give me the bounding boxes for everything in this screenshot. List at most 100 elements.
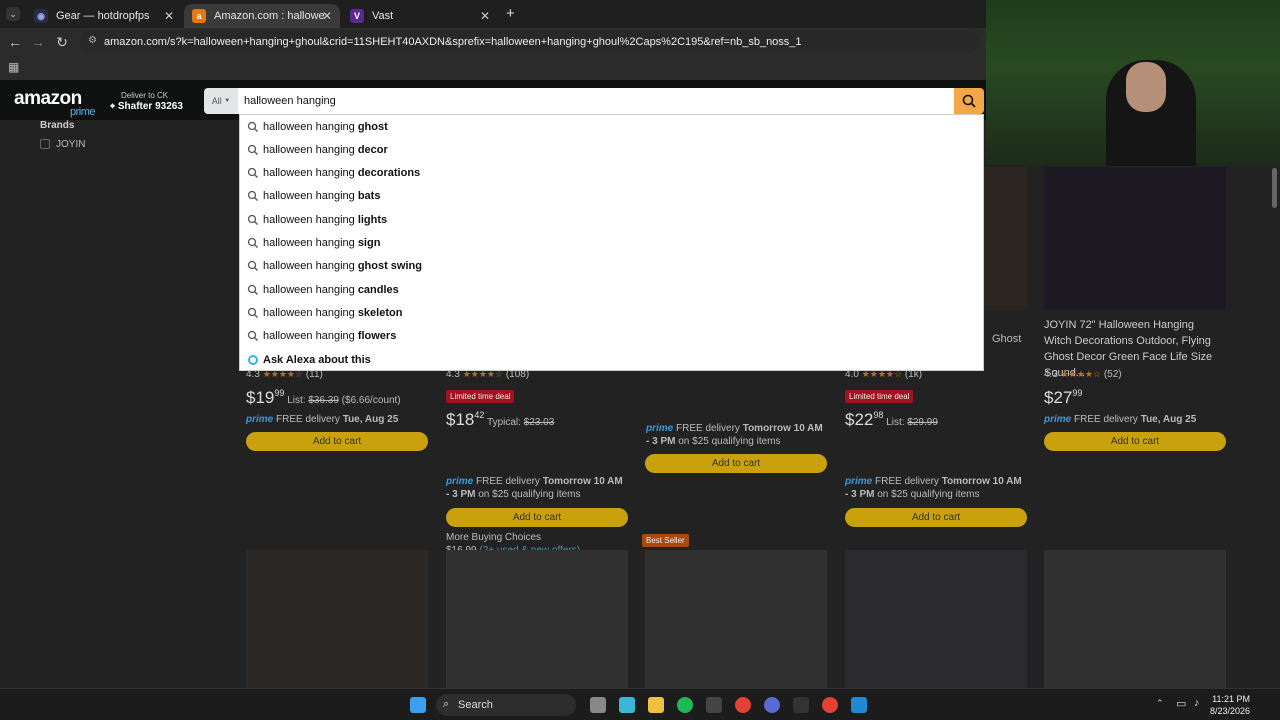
new-tab-plus-icon[interactable]: + [506,5,515,22]
search-suggestion[interactable]: halloween hanging ghost [240,115,983,138]
task-view-icon[interactable] [590,697,606,713]
logo-prime-text: prime [70,106,96,118]
terminal-icon[interactable] [793,697,809,713]
deliver-to[interactable]: Deliver to CK ⌖ Shafter 93263 [110,90,183,112]
suggestion-completion: lights [357,213,388,226]
search-suggestion[interactable]: halloween hanging bats [240,185,983,208]
tab-list-chevron-icon[interactable]: ⌄ [6,7,20,21]
spotify-icon[interactable] [677,697,693,713]
prime-badge: prime [246,414,274,425]
deal-badge: Limited time deal [446,390,515,403]
network-icon[interactable]: ▭ [1176,697,1186,710]
search-suggestion[interactable]: halloween hanging candles [240,278,983,301]
volume-icon[interactable]: ♪ [1194,697,1200,709]
suggestion-completion: ghost swing [357,260,422,273]
browser-toolbar: ← → ↻ ⚙ amazon.com/s?k=halloween+hanging… [0,28,986,56]
close-tab-icon[interactable]: ✕ [480,9,490,23]
rating-count[interactable]: (52) [1104,369,1122,380]
page-scrollbar[interactable] [1272,168,1277,208]
add-to-cart-button[interactable]: Add to cart [845,508,1027,527]
system-clock[interactable]: 11:21 PM 8/23/2026 [1210,693,1250,717]
suggestion-text: halloween hanging decorations [263,167,420,179]
tab-amazon[interactable]: a Amazon.com : halloween hang ✕ [184,4,340,28]
chrome-icon[interactable] [822,697,838,713]
search-suggestions: halloween hanging ghost halloween hanging… [239,114,984,371]
product-title[interactable]: Ghost [992,333,1021,345]
windows-taskbar: ⌕ Search ⌃ ▭ ♪ 11:21 PM 8/23/2026 [0,688,1280,720]
price-whole: 18 [455,410,475,429]
suggestion-completion: sign [357,237,381,249]
search-suggestion[interactable]: halloween hanging ghost swing [240,255,983,278]
forward-arrow-icon[interactable]: → [26,34,50,50]
vscode-icon[interactable] [851,697,867,713]
windows-start-icon[interactable] [410,697,426,713]
tab-gear[interactable]: ◉ Gear — hotdropfps ✕ [26,4,182,28]
more-buying-choices: More Buying Choices [446,532,542,543]
list-label: List: [287,395,309,406]
delivery-label: FREE delivery [476,476,543,487]
vast-favicon-icon: V [350,9,364,23]
search-suggestion[interactable]: halloween hanging sign [240,232,983,255]
clock-time: 11:21 PM [1212,694,1250,704]
chrome-icon[interactable] [735,697,751,713]
search-suggestion[interactable]: halloween hanging flowers [240,325,983,348]
amazon-prime-logo[interactable]: amazon prime [14,88,96,118]
search-suggestion[interactable]: halloween hanging decor [240,138,983,161]
search-icon [247,121,258,132]
search-button[interactable] [954,88,984,114]
close-tab-icon[interactable]: ✕ [322,9,332,23]
suggestion-completion: flowers [357,330,397,343]
suggestion-completion: bats [357,190,381,203]
notepad-icon[interactable] [619,697,635,713]
search-suggestion[interactable]: halloween hanging lights [240,208,983,231]
product-image[interactable] [1044,167,1226,310]
location-pin-icon: ⌖ [110,101,116,111]
suggestion-prefix: halloween hanging [263,190,358,203]
price-fraction: 99 [1072,388,1083,398]
deliver-line1: Deliver to CK [121,91,169,100]
taskbar-search[interactable]: ⌕ Search [436,694,576,716]
search-suggestion[interactable]: halloween hanging skeleton [240,301,983,324]
qualifying-note: on $25 qualifying items [675,436,781,447]
file-explorer-icon[interactable] [648,697,664,713]
typical-label: Typical: [487,417,524,428]
reload-icon[interactable]: ↻ [50,34,74,51]
brand-checkbox[interactable] [40,139,50,149]
prime-badge: prime [1044,414,1072,425]
price-fraction: 99 [274,388,285,398]
address-bar[interactable]: ⚙ amazon.com/s?k=halloween+hanging+ghoul… [80,31,980,53]
tray-chevron-icon[interactable]: ⌃ [1156,698,1164,709]
rating-value: 4.3 [1044,369,1058,380]
search-icon [247,284,258,295]
suggestion-prefix: halloween hanging [263,143,358,156]
delivery-label: FREE delivery [1074,414,1141,425]
apps-grid-icon[interactable]: ▦ [8,60,19,74]
ask-alexa-suggestion[interactable]: Ask Alexa about this [240,348,983,371]
search-category-dropdown[interactable]: All ▼ [204,88,238,114]
tab-vast[interactable]: V Vast ✕ [342,4,498,28]
deliver-line2: ⌖ Shafter 93263 [110,101,183,112]
product-image[interactable] [645,550,827,688]
back-arrow-icon[interactable]: ← [3,34,27,50]
search-suggestion[interactable]: halloween hanging decorations [240,162,983,185]
add-to-cart-button[interactable]: Add to cart [1044,432,1226,451]
product-image[interactable] [446,550,628,688]
hud-fx-icon[interactable] [706,697,722,713]
suggestion-prefix: halloween hanging [263,306,358,319]
suggestion-text: halloween hanging ghost swing [263,260,422,272]
suggestion-text: halloween hanging candles [263,284,399,296]
suggestion-completion: decor [357,143,388,156]
site-info-icon[interactable]: ⚙ [88,35,97,46]
add-to-cart-button[interactable]: Add to cart [246,432,428,451]
product-image[interactable] [246,550,428,688]
app-icon[interactable] [764,697,780,713]
add-to-cart-button[interactable]: Add to cart [446,508,628,527]
product-image[interactable] [845,550,1027,688]
search-input[interactable] [238,88,954,114]
add-to-cart-button[interactable]: Add to cart [645,454,827,473]
product-price-block: $1842 Typical: $23.03 [446,410,555,429]
prime-badge: prime [646,423,674,434]
product-image[interactable] [1044,550,1226,688]
close-tab-icon[interactable]: ✕ [164,9,174,23]
suggestion-prefix: halloween hanging [263,237,358,249]
